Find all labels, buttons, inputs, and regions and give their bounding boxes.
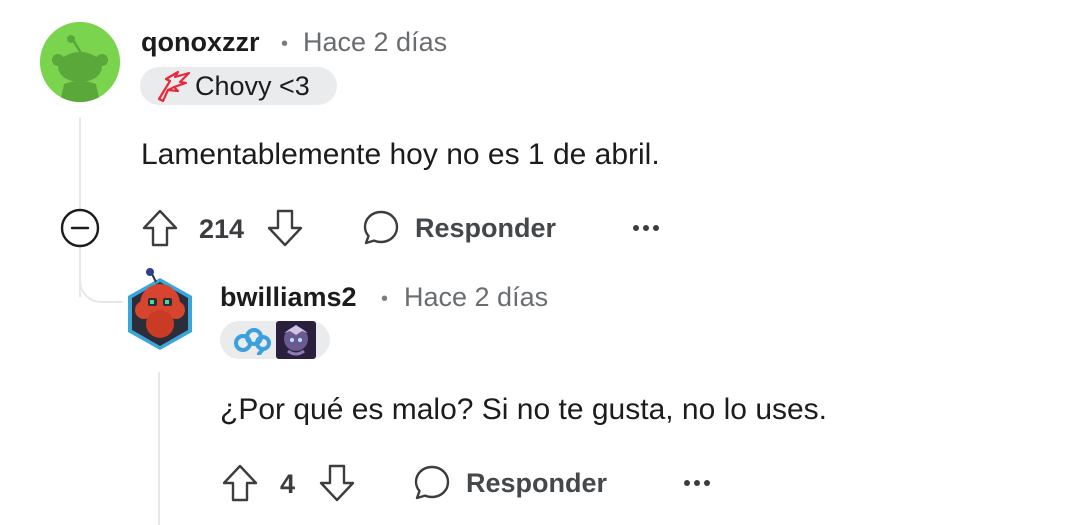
gen-g-logo-icon	[157, 70, 191, 103]
reply-label: Responder	[415, 212, 557, 243]
thread-line-reply	[158, 372, 160, 525]
user-flair: Chovy <3	[140, 67, 337, 105]
vote-score: 214	[199, 214, 245, 244]
flair-text: Chovy <3	[195, 70, 310, 101]
timestamp[interactable]: Hace 2 días	[404, 284, 548, 311]
arrow-up-icon	[142, 209, 178, 247]
collapse-button[interactable]	[59, 207, 101, 249]
vote-score: 4	[280, 469, 296, 499]
arrow-down-icon	[319, 464, 355, 502]
comment-body: Lamentablemente hoy no es 1 de abril.	[141, 138, 660, 171]
reply-button[interactable]: Responder	[361, 208, 556, 248]
robot-avatar-icon	[128, 268, 192, 350]
reply-button[interactable]: Responder	[412, 463, 607, 503]
user-flair	[220, 321, 330, 359]
minus-circle-icon	[60, 208, 100, 248]
meta-separator: •	[381, 288, 389, 310]
speech-bubble-icon	[363, 210, 399, 245]
speech-bubble-icon	[414, 465, 450, 500]
more-options-button[interactable]	[677, 468, 717, 498]
avatar[interactable]	[40, 22, 120, 102]
ellipsis-icon	[633, 225, 659, 231]
downvote-button[interactable]	[266, 208, 304, 248]
meta-separator: •	[281, 33, 289, 55]
ellipsis-icon	[684, 480, 710, 486]
avatar[interactable]	[120, 266, 200, 354]
thread-connector	[79, 255, 123, 303]
champion-portrait-icon	[276, 321, 316, 359]
upvote-button[interactable]	[221, 463, 259, 503]
cloud9-logo-icon	[234, 328, 271, 355]
username[interactable]: bwilliams2	[220, 284, 357, 311]
arrow-up-icon	[222, 464, 258, 502]
arrow-down-icon	[267, 209, 303, 247]
timestamp[interactable]: Hace 2 días	[303, 29, 447, 56]
downvote-button[interactable]	[318, 463, 356, 503]
upvote-button[interactable]	[141, 208, 179, 248]
thread-line-main	[79, 118, 81, 210]
comment-body: ¿Por qué es malo? Si no te gusta, no lo …	[220, 393, 828, 426]
username[interactable]: qonoxzzr	[141, 29, 260, 56]
reply-label: Responder	[466, 467, 608, 498]
snoo-avatar-icon	[40, 22, 120, 102]
more-options-button[interactable]	[626, 213, 666, 243]
